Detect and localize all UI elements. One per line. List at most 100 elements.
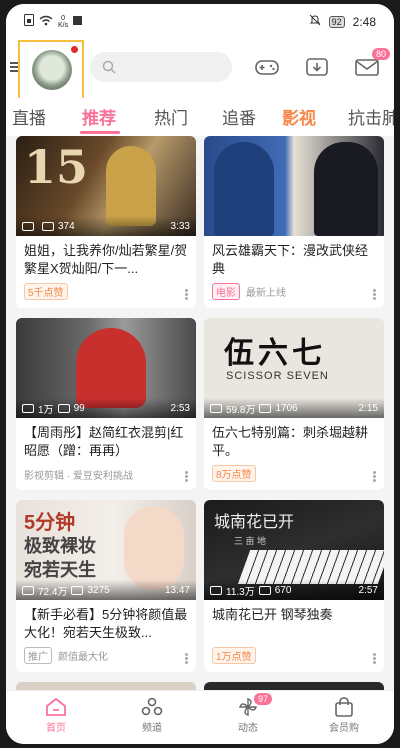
category-tag: 电影 xyxy=(212,283,240,300)
video-thumbnail[interactable] xyxy=(204,136,384,236)
nav-dynamics-label: 动态 xyxy=(238,723,258,734)
new-dot xyxy=(71,46,78,53)
play-count-icon xyxy=(22,403,34,413)
video-thumbnail[interactable]: 伍六七 SCISSOR SEVEN 59.8万 1706 2:15 xyxy=(204,318,384,418)
avatar-button[interactable] xyxy=(18,40,84,100)
video-duration: 2:57 xyxy=(358,584,378,596)
video-stats-bar: 72.4万 3275 13:47 xyxy=(16,580,196,600)
tab-recommend[interactable]: 推荐 xyxy=(82,104,116,129)
video-meta: 影视剪辑 · 爱豆安利挑战 xyxy=(24,467,133,482)
download-icon[interactable] xyxy=(304,56,330,78)
messages-icon[interactable]: 80 xyxy=(354,48,390,78)
comment-count: 3275 xyxy=(87,584,110,596)
video-title[interactable]: 伍六七特别篇：刺杀堀越耕平。 xyxy=(204,418,384,466)
more-options-icon[interactable] xyxy=(373,471,376,482)
like-count-tag: 5千点赞 xyxy=(24,283,68,300)
nav-channels-label: 频道 xyxy=(142,723,162,734)
video-card[interactable] xyxy=(204,682,384,690)
video-card[interactable] xyxy=(16,682,196,690)
menu-icon[interactable] xyxy=(10,62,18,72)
tab-live[interactable]: 直播 xyxy=(12,104,46,129)
video-card[interactable]: 5分钟 极致裸妆 宛若天生 72.4万 3275 13:47 【新手必看】5分钟… xyxy=(16,500,196,672)
video-source: 颜值最大化 xyxy=(58,652,108,663)
thumbnail-subcaption: 三 亩 地 xyxy=(234,536,267,546)
red-dress-figure xyxy=(76,328,146,408)
status-bar: 0 K/s 92 2:48 xyxy=(6,4,394,38)
comment-count: 1706 xyxy=(275,402,298,414)
video-duration: 13:47 xyxy=(164,584,190,596)
comment-count: 374 xyxy=(58,220,75,232)
video-title[interactable]: 姐姐，让我养你/灿若繁星/贺繁星X贺灿阳/下一... xyxy=(16,236,196,284)
video-meta: 8万点赞 xyxy=(212,465,256,482)
video-stats-bar: 374 3:33 xyxy=(16,216,196,236)
character-right xyxy=(314,142,378,236)
nav-channels[interactable]: 频道 xyxy=(122,697,182,734)
comment-count-icon xyxy=(57,403,70,413)
top-header: 80 xyxy=(6,38,394,100)
wifi-icon xyxy=(39,15,53,29)
play-count-icon xyxy=(22,585,34,595)
piano-keys xyxy=(237,550,384,584)
app-screen: 0 K/s 92 2:48 80 直播 推荐 热门 追番 影视 抗击肺 15 3… xyxy=(6,4,394,744)
video-source: 影视剪辑 · 爱豆安利挑战 xyxy=(24,471,133,482)
more-options-icon[interactable] xyxy=(185,471,188,482)
avatar xyxy=(32,50,72,90)
video-stats-bar: 59.8万 1706 2:15 xyxy=(204,398,384,418)
episode-number-text: 15 xyxy=(24,140,89,194)
bottom-navigation: 首页 频道 动态 97 会员购 xyxy=(6,690,394,744)
video-stats-bar: 1万 99 2:53 xyxy=(16,398,196,418)
video-meta: 5千点赞 xyxy=(24,283,68,300)
comment-count-icon xyxy=(42,221,54,231)
video-meta: 1万点赞 xyxy=(212,647,256,664)
shop-bag-icon xyxy=(335,697,353,717)
video-thumbnail[interactable]: 15 374 3:33 xyxy=(16,136,196,236)
more-options-icon[interactable] xyxy=(373,289,376,300)
play-count: 11.3万 xyxy=(226,586,255,598)
like-count-tag: 8万点赞 xyxy=(212,465,256,482)
video-title[interactable]: 【周雨彤】赵简红衣混剪|红昭愿（蹭：再再） xyxy=(16,418,196,466)
tab-movies[interactable]: 影视 xyxy=(282,104,316,129)
play-count-icon xyxy=(22,221,34,231)
video-card[interactable]: 城南花已开 三 亩 地 11.3万 670 2:57 城南花已开 钢琴独奏 1万… xyxy=(204,500,384,672)
video-card[interactable]: 1万 99 2:53 【周雨彤】赵简红衣混剪|红昭愿（蹭：再再） 影视剪辑 · … xyxy=(16,318,196,490)
video-card[interactable]: 风云雄霸天下：漫改武侠经典 电影 最新上线 xyxy=(204,136,384,308)
mute-icon xyxy=(309,14,321,29)
tab-bangumi[interactable]: 追番 xyxy=(222,104,256,129)
video-title[interactable]: 风云雄霸天下：漫改武侠经典 xyxy=(204,236,384,284)
video-source: 最新上线 xyxy=(246,288,286,299)
thumbnail-caption: 城南花已开 xyxy=(214,512,295,531)
video-feed[interactable]: 15 374 3:33 姐姐，让我养你/灿若繁星/贺繁星X贺灿阳/下一... 5… xyxy=(6,136,394,690)
like-count-tag: 1万点赞 xyxy=(212,647,256,664)
game-center-icon[interactable] xyxy=(254,56,280,78)
video-thumbnail[interactable]: 城南花已开 三 亩 地 11.3万 670 2:57 xyxy=(204,500,384,600)
tab-hot[interactable]: 热门 xyxy=(154,104,188,129)
video-card[interactable]: 15 374 3:33 姐姐，让我养你/灿若繁星/贺繁星X贺灿阳/下一... 5… xyxy=(16,136,196,308)
more-options-icon[interactable] xyxy=(373,653,376,664)
nav-home[interactable]: 首页 xyxy=(26,697,86,734)
video-title[interactable]: 【新手必看】5分钟将颜值最大化！宛若天生极致... xyxy=(16,600,196,648)
video-title[interactable]: 城南花已开 钢琴独奏 xyxy=(204,600,384,648)
home-icon xyxy=(46,697,66,716)
video-duration: 2:15 xyxy=(358,402,378,414)
comment-count: 670 xyxy=(274,584,292,596)
ad-tag: 推广 xyxy=(24,647,52,664)
more-options-icon[interactable] xyxy=(185,653,188,664)
notification-square-icon xyxy=(73,15,83,28)
comment-count-icon xyxy=(259,403,272,413)
active-tab-indicator xyxy=(80,131,120,134)
video-meta: 推广 颜值最大化 xyxy=(24,647,108,664)
video-duration: 3:33 xyxy=(170,220,190,232)
video-thumbnail[interactable]: 5分钟 极致裸妆 宛若天生 72.4万 3275 13:47 xyxy=(16,500,196,600)
net-speed: 0 K/s xyxy=(58,15,68,29)
nav-vip-shop[interactable]: 会员购 xyxy=(314,697,374,734)
ad-text-line-1: 5分钟 xyxy=(24,512,76,534)
clock: 2:48 xyxy=(352,14,376,29)
video-card[interactable]: 伍六七 SCISSOR SEVEN 59.8万 1706 2:15 伍六七特别篇… xyxy=(204,318,384,490)
more-options-icon[interactable] xyxy=(185,289,188,300)
tab-covid[interactable]: 抗击肺 xyxy=(348,104,394,129)
search-input[interactable] xyxy=(90,52,232,82)
nav-home-label: 首页 xyxy=(46,723,66,734)
nav-dynamics[interactable]: 动态 97 xyxy=(218,693,278,734)
ad-text-line-2: 极致裸妆 xyxy=(24,536,96,556)
video-thumbnail[interactable]: 1万 99 2:53 xyxy=(16,318,196,418)
